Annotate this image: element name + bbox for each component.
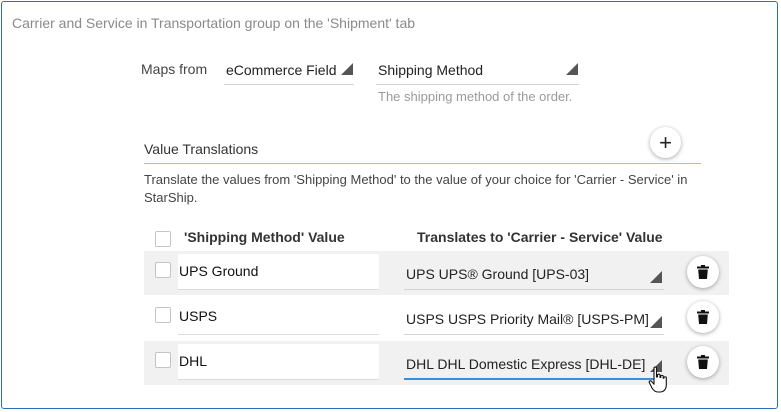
trash-icon [697, 310, 709, 324]
table-row: UPS Ground UPS UPS® Ground [UPS-03] [144, 251, 729, 295]
row-checkbox[interactable] [155, 352, 171, 368]
section-caption: Carrier and Service in Transportation gr… [12, 15, 416, 31]
translation-select[interactable]: USPS USPS Priority Mail® [USPS-PM] [404, 302, 664, 335]
table-row: USPS USPS USPS Priority Mail® [USPS-PM] [144, 296, 729, 340]
value-translations-title: Value Translations [144, 141, 259, 157]
translations-description: Translate the values from 'Shipping Meth… [144, 172, 688, 205]
dropdown-triangle-icon [341, 63, 353, 75]
translation-select[interactable]: DHL DHL Domestic Express [DHL-DE] [404, 347, 664, 380]
dropdown-triangle-icon [650, 316, 662, 328]
dropdown-triangle-icon [650, 271, 662, 283]
value-input-text: USPS [179, 308, 218, 324]
add-translation-button[interactable]: + [650, 127, 681, 158]
field-select[interactable]: Shipping Method [376, 57, 579, 85]
delete-row-button[interactable] [687, 346, 719, 378]
value-input-text: UPS Ground [179, 263, 259, 279]
column-header-translates: Translates to 'Carrier - Service' Value [417, 229, 663, 245]
row-checkbox[interactable] [155, 307, 171, 323]
trash-icon [697, 355, 709, 369]
hand-pointer-icon [648, 366, 667, 393]
source-select[interactable]: eCommerce Field [224, 57, 354, 85]
value-input[interactable]: DHL [178, 344, 379, 380]
delete-row-button[interactable] [687, 301, 719, 333]
translation-select[interactable]: UPS UPS® Ground [UPS-03] [404, 257, 664, 290]
select-all-checkbox[interactable] [155, 231, 171, 247]
value-input[interactable]: UPS Ground [178, 254, 379, 290]
plus-icon: + [659, 129, 672, 155]
column-header-value: 'Shipping Method' Value [184, 229, 345, 245]
maps-from-label: Maps from [141, 61, 208, 77]
delete-row-button[interactable] [687, 256, 719, 288]
table-row: DHL DHL DHL Domestic Express [DHL-DE] [144, 341, 729, 385]
trash-icon [697, 265, 709, 279]
value-input-text: DHL [179, 353, 208, 369]
field-select-value: Shipping Method [378, 62, 484, 78]
translation-select-value: UPS UPS® Ground [UPS-03] [406, 266, 590, 282]
value-translations-divider [144, 163, 701, 164]
value-input[interactable]: USPS [178, 299, 379, 335]
field-hint: The shipping method of the order. [378, 89, 573, 104]
translation-select-value: DHL DHL Domestic Express [DHL-DE] [406, 356, 646, 372]
dropdown-triangle-icon [566, 63, 578, 75]
source-select-value: eCommerce Field [226, 62, 337, 78]
row-checkbox[interactable] [155, 262, 171, 278]
translation-select-value: USPS USPS Priority Mail® [USPS-PM] [406, 311, 649, 327]
